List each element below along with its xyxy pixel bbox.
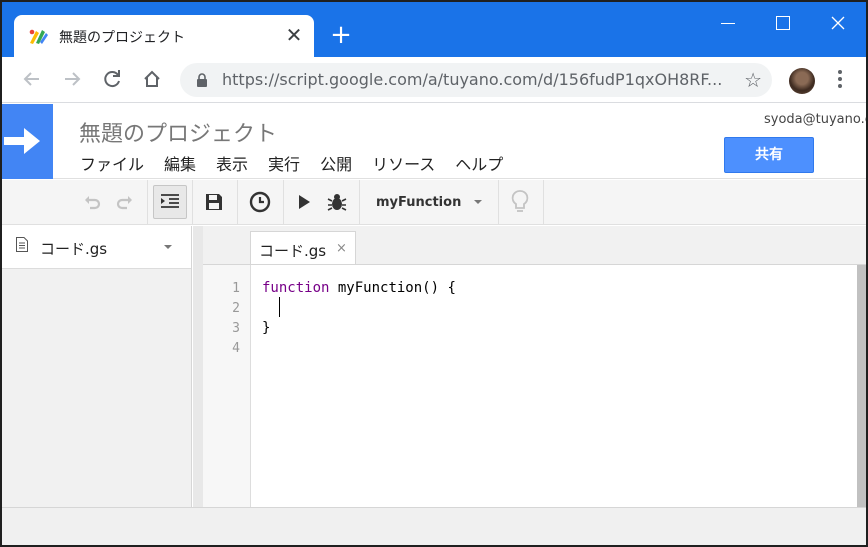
line-number-gutter: 1 2 3 4 (203, 265, 251, 508)
url-text[interactable]: https://script.google.com/a/tuyano.com/d… (222, 70, 722, 89)
clock-icon (249, 191, 271, 213)
line-number: 3 (232, 321, 240, 336)
forward-button[interactable] (58, 65, 86, 93)
redo-button[interactable] (113, 185, 137, 219)
browser-titlebar: 無題のプロジェクト ✕ + (2, 2, 866, 57)
toolbar-divider (359, 180, 360, 225)
hint-button[interactable] (507, 185, 533, 219)
code-text: myFunction() { (329, 280, 456, 296)
close-icon[interactable]: × (336, 241, 347, 256)
code-editor: 1 2 3 4 function myFunction() { } (203, 264, 866, 508)
browser-tab[interactable]: 無題のプロジェクト ✕ (14, 15, 314, 57)
toolbar-divider (147, 180, 148, 225)
arrow-right-logo-icon (4, 128, 40, 154)
browser-menu-icon[interactable] (830, 67, 850, 93)
tab-title: 無題のプロジェクト (59, 30, 185, 46)
menu-run[interactable]: 実行 (268, 151, 300, 175)
sidebar-divider[interactable] (193, 226, 203, 507)
toolbar-divider (498, 180, 499, 225)
code-keyword: function (262, 280, 330, 296)
close-icon (831, 16, 845, 30)
code-line: } (262, 320, 271, 336)
menu-resources[interactable]: リソース (372, 151, 435, 175)
app-header: 無題のプロジェクト ファイル 編集 表示 実行 公開 リソース ヘルプ syod… (2, 104, 866, 179)
arrow-right-icon (65, 72, 81, 86)
undo-icon (85, 196, 101, 210)
code-line: function myFunction() { (262, 280, 456, 296)
debug-button[interactable] (324, 185, 350, 219)
chevron-down-icon[interactable] (164, 245, 172, 249)
bug-icon (327, 194, 347, 211)
reload-button[interactable] (98, 65, 126, 93)
document-icon (16, 237, 28, 252)
toolbar-divider (237, 180, 238, 225)
new-tab-button[interactable]: + (328, 22, 354, 48)
apps-script-logo[interactable] (2, 104, 53, 179)
script-toolbar: myFunction (2, 180, 866, 225)
lock-icon (197, 73, 207, 87)
undo-button[interactable] (80, 185, 104, 219)
home-button[interactable] (138, 65, 166, 93)
window-close-button[interactable] (818, 12, 858, 36)
menu-help[interactable]: ヘルプ (455, 151, 503, 175)
profile-avatar[interactable] (789, 68, 815, 94)
run-button[interactable] (292, 185, 316, 219)
maximize-button[interactable] (762, 12, 802, 36)
menu-bar: ファイル 編集 表示 実行 公開 リソース ヘルプ (80, 151, 523, 175)
line-number: 4 (232, 341, 240, 356)
toolbar-divider (192, 180, 193, 225)
indent-icon (161, 194, 179, 208)
menu-file[interactable]: ファイル (80, 151, 144, 175)
text-cursor (279, 297, 280, 317)
browser-toolbar: https://script.google.com/a/tuyano.com/d… (2, 57, 866, 103)
vertical-scrollbar[interactable] (857, 265, 866, 508)
share-button[interactable]: 共有 (724, 137, 814, 173)
triggers-button[interactable] (245, 185, 275, 219)
editor-area: コード.gs × 1 2 3 4 function myFunction() {… (203, 226, 866, 508)
code-text-area[interactable] (252, 265, 857, 508)
back-button[interactable] (18, 65, 46, 93)
menu-view[interactable]: 表示 (216, 151, 248, 175)
function-select[interactable]: myFunction (368, 185, 490, 219)
menu-edit[interactable]: 編集 (164, 151, 196, 175)
editor-tab-label: コード.gs (259, 242, 327, 260)
indent-toggle-button[interactable] (153, 185, 187, 219)
file-list-item[interactable]: コード.gs (2, 226, 191, 269)
browser-window: 無題のプロジェクト ✕ + https://script.google.com/… (0, 0, 868, 547)
toolbar-divider (543, 180, 544, 225)
chevron-down-icon (474, 200, 482, 204)
toolbar-divider (283, 180, 284, 225)
line-number: 1 (232, 281, 240, 296)
arrow-left-icon (23, 72, 39, 86)
save-button[interactable] (201, 185, 227, 219)
address-bar[interactable]: https://script.google.com/a/tuyano.com/d… (180, 63, 772, 97)
menu-publish[interactable]: 公開 (320, 151, 352, 175)
save-icon (206, 194, 222, 210)
minimize-button[interactable] (708, 12, 748, 36)
line-number: 2 (232, 301, 240, 316)
apps-script-favicon-icon (29, 29, 48, 44)
function-select-value: myFunction (376, 194, 462, 210)
tab-close-icon[interactable]: ✕ (284, 23, 304, 47)
bookmark-star-icon[interactable]: ☆ (744, 68, 762, 92)
reload-icon (104, 70, 120, 88)
project-title[interactable]: 無題のプロジェクト (79, 116, 277, 148)
play-icon (299, 195, 310, 209)
redo-icon (116, 196, 132, 210)
file-sidebar: コード.gs (2, 226, 192, 507)
user-email: syoda@tuyano.c (764, 112, 868, 127)
status-bar (2, 507, 866, 545)
lightbulb-icon (511, 190, 529, 212)
editor-file-tab[interactable]: コード.gs × (250, 231, 356, 265)
home-icon (144, 70, 160, 87)
file-name: コード.gs (40, 240, 108, 258)
